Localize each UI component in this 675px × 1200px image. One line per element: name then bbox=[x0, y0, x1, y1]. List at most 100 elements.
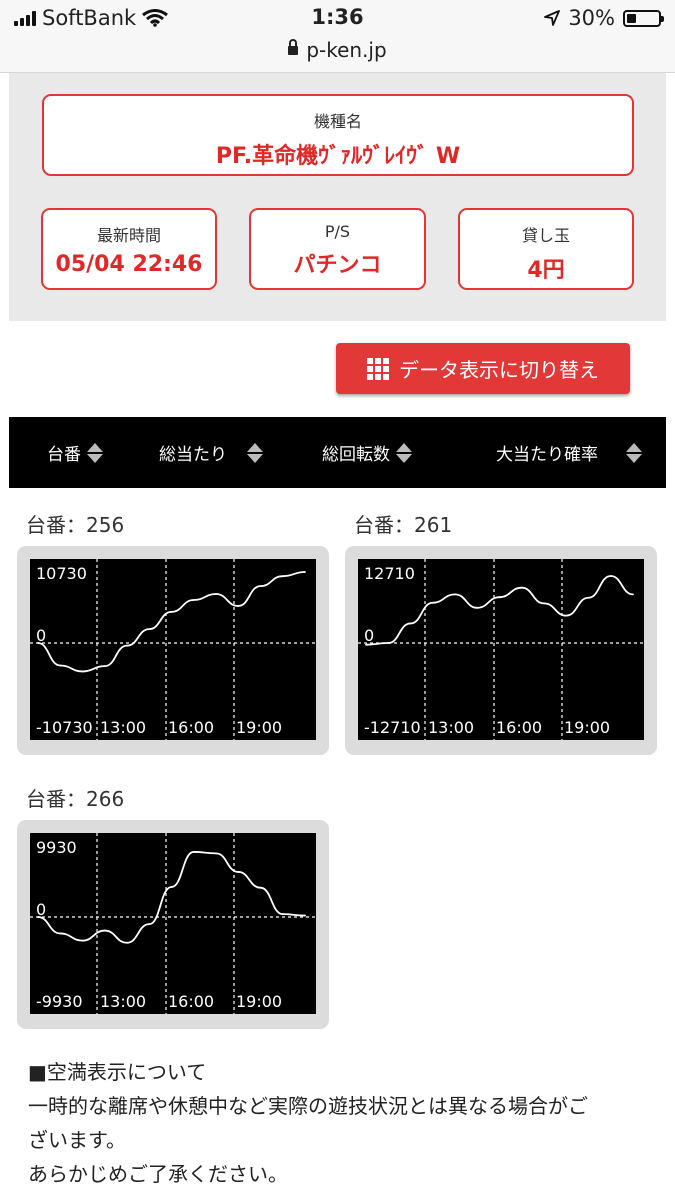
sort-label: 大当たり確率 bbox=[496, 445, 598, 465]
note-line: あらかじめご了承ください。 bbox=[28, 1162, 288, 1186]
data-point bbox=[59, 664, 62, 667]
lock-icon bbox=[288, 39, 299, 55]
rental-ball-box: 貸し玉 4円 bbox=[458, 208, 634, 290]
data-point bbox=[431, 601, 434, 604]
rental-ball-value: 4円 bbox=[527, 258, 565, 283]
x-time-label: 13:00 bbox=[100, 992, 146, 1011]
data-point bbox=[281, 913, 284, 916]
note-heading: ■空満表示について bbox=[28, 1060, 207, 1084]
data-point bbox=[215, 593, 217, 595]
y-max-label: 9930 bbox=[36, 838, 77, 857]
chart-card[interactable]: 9930 0 -9930 13:00 16:00 19:00 bbox=[17, 820, 329, 1029]
availability-note: ■空満表示について 一時的な離席や休憩中など実際の遊技状況とは異なる場合がご ざ… bbox=[28, 1055, 648, 1191]
y-min-label: -9930 bbox=[36, 992, 83, 1011]
ps-box: P/S パチンコ bbox=[249, 208, 426, 290]
data-point bbox=[126, 941, 128, 944]
model-label: 機種名 bbox=[313, 112, 362, 131]
y-min-label: -12710 bbox=[364, 718, 421, 737]
data-point bbox=[237, 605, 240, 607]
rental-ball-label: 貸し玉 bbox=[521, 226, 570, 245]
url-bar[interactable]: p-ken.jp bbox=[0, 38, 675, 62]
chart-background bbox=[30, 833, 316, 1014]
machine-title[interactable]: 台番：261 bbox=[354, 509, 452, 538]
x-time-label: 16:00 bbox=[496, 718, 542, 737]
data-point bbox=[103, 665, 106, 668]
chart-card[interactable]: 10730 0 -10730 13:00 16:00 19:00 bbox=[17, 546, 329, 755]
data-point bbox=[259, 585, 262, 587]
y-min-label: -10730 bbox=[36, 718, 93, 737]
x-time-label: 13:00 bbox=[100, 718, 146, 737]
chart-card[interactable]: 12710 0 -12710 13:00 16:00 19:00 bbox=[345, 546, 657, 755]
data-point bbox=[498, 596, 501, 599]
data-point bbox=[37, 916, 39, 918]
x-time-label: 16:00 bbox=[168, 718, 214, 737]
machine-title[interactable]: 台番：266 bbox=[26, 783, 124, 812]
y-zero-label: 0 bbox=[36, 626, 46, 645]
switch-button-label: データ表示に切り替え bbox=[399, 358, 599, 382]
sort-arrows-icon bbox=[87, 442, 103, 463]
x-time-label: 19:00 bbox=[564, 718, 610, 737]
note-line: ざいます。 bbox=[28, 1128, 126, 1152]
chart-background bbox=[30, 559, 316, 740]
machine-title[interactable]: 台番：256 bbox=[26, 509, 124, 538]
location-arrow-icon bbox=[544, 10, 561, 26]
latest-time-label: 最新時間 bbox=[96, 226, 161, 245]
battery-percent: 30% bbox=[568, 6, 615, 30]
data-point bbox=[543, 602, 545, 605]
y-max-label: 10730 bbox=[36, 564, 87, 583]
latest-time-box: 最新時間 05/04 22:46 bbox=[41, 208, 217, 290]
sort-total-hits[interactable]: 総当たり bbox=[159, 417, 263, 488]
x-time-label: 19:00 bbox=[236, 992, 282, 1011]
chart-background bbox=[358, 559, 644, 740]
data-point bbox=[148, 923, 151, 926]
y-max-label: 12710 bbox=[364, 564, 415, 583]
status-bar: SoftBank 1:36 30% p-ken.jp bbox=[0, 0, 675, 73]
sort-header: 台番 総当たり 総回転数 大当たり確率 bbox=[9, 417, 666, 488]
ps-label: P/S bbox=[324, 222, 351, 241]
data-point bbox=[215, 852, 217, 855]
sort-label: 総当たり bbox=[159, 445, 227, 465]
switch-to-data-button[interactable]: データ表示に切り替え bbox=[336, 343, 630, 394]
data-point bbox=[609, 575, 612, 577]
data-point bbox=[192, 851, 195, 853]
url-text: p-ken.jp bbox=[306, 38, 387, 62]
ps-value: パチンコ bbox=[293, 253, 382, 278]
data-point bbox=[281, 575, 284, 578]
data-point bbox=[170, 886, 173, 888]
data-point bbox=[237, 871, 240, 873]
grid-icon bbox=[367, 357, 389, 380]
data-point bbox=[454, 593, 456, 596]
data-point bbox=[520, 586, 523, 589]
data-point bbox=[259, 886, 262, 889]
machine-info-panel: 機種名 PF.革命機ｳﾞｧﾙｳﾞﾚｲｳﾞ W 最新時間 05/04 22:46 … bbox=[9, 73, 666, 321]
data-point bbox=[59, 932, 62, 935]
sort-arrows-icon bbox=[396, 442, 412, 463]
battery-icon bbox=[623, 9, 664, 27]
slump-chart: 10730 0 -10730 13:00 16:00 19:00 bbox=[30, 559, 316, 740]
data-point bbox=[387, 642, 390, 644]
data-point bbox=[192, 599, 195, 601]
y-zero-label: 0 bbox=[364, 626, 374, 645]
latest-time-value: 05/04 22:46 bbox=[55, 252, 203, 277]
data-point bbox=[304, 914, 306, 917]
data-point bbox=[365, 643, 367, 646]
x-time-label: 16:00 bbox=[168, 992, 214, 1011]
sort-label: 総回転数 bbox=[322, 445, 390, 465]
x-time-label: 13:00 bbox=[428, 718, 474, 737]
y-zero-label: 0 bbox=[36, 900, 46, 919]
sort-jackpot-probability[interactable]: 大当たり確率 bbox=[496, 417, 642, 488]
data-point bbox=[81, 670, 84, 673]
note-line: 一時的な離席や休憩中など実際の遊技状況とは異なる場合がご bbox=[28, 1094, 588, 1118]
status-right: 30% bbox=[544, 6, 664, 30]
sort-machine-number[interactable]: 台番 bbox=[47, 417, 103, 488]
model-box: 機種名 PF.革命機ｳﾞｧﾙｳﾞﾚｲｳﾞ W bbox=[42, 94, 634, 176]
sort-arrows-icon bbox=[247, 442, 263, 463]
data-point bbox=[81, 939, 84, 942]
sort-total-spins[interactable]: 総回転数 bbox=[322, 417, 412, 488]
data-point bbox=[37, 642, 39, 644]
x-time-label: 19:00 bbox=[236, 718, 282, 737]
data-point bbox=[409, 622, 412, 625]
data-point bbox=[304, 571, 306, 573]
data-point bbox=[565, 614, 568, 617]
slump-chart: 12710 0 -12710 13:00 16:00 19:00 bbox=[358, 559, 644, 740]
